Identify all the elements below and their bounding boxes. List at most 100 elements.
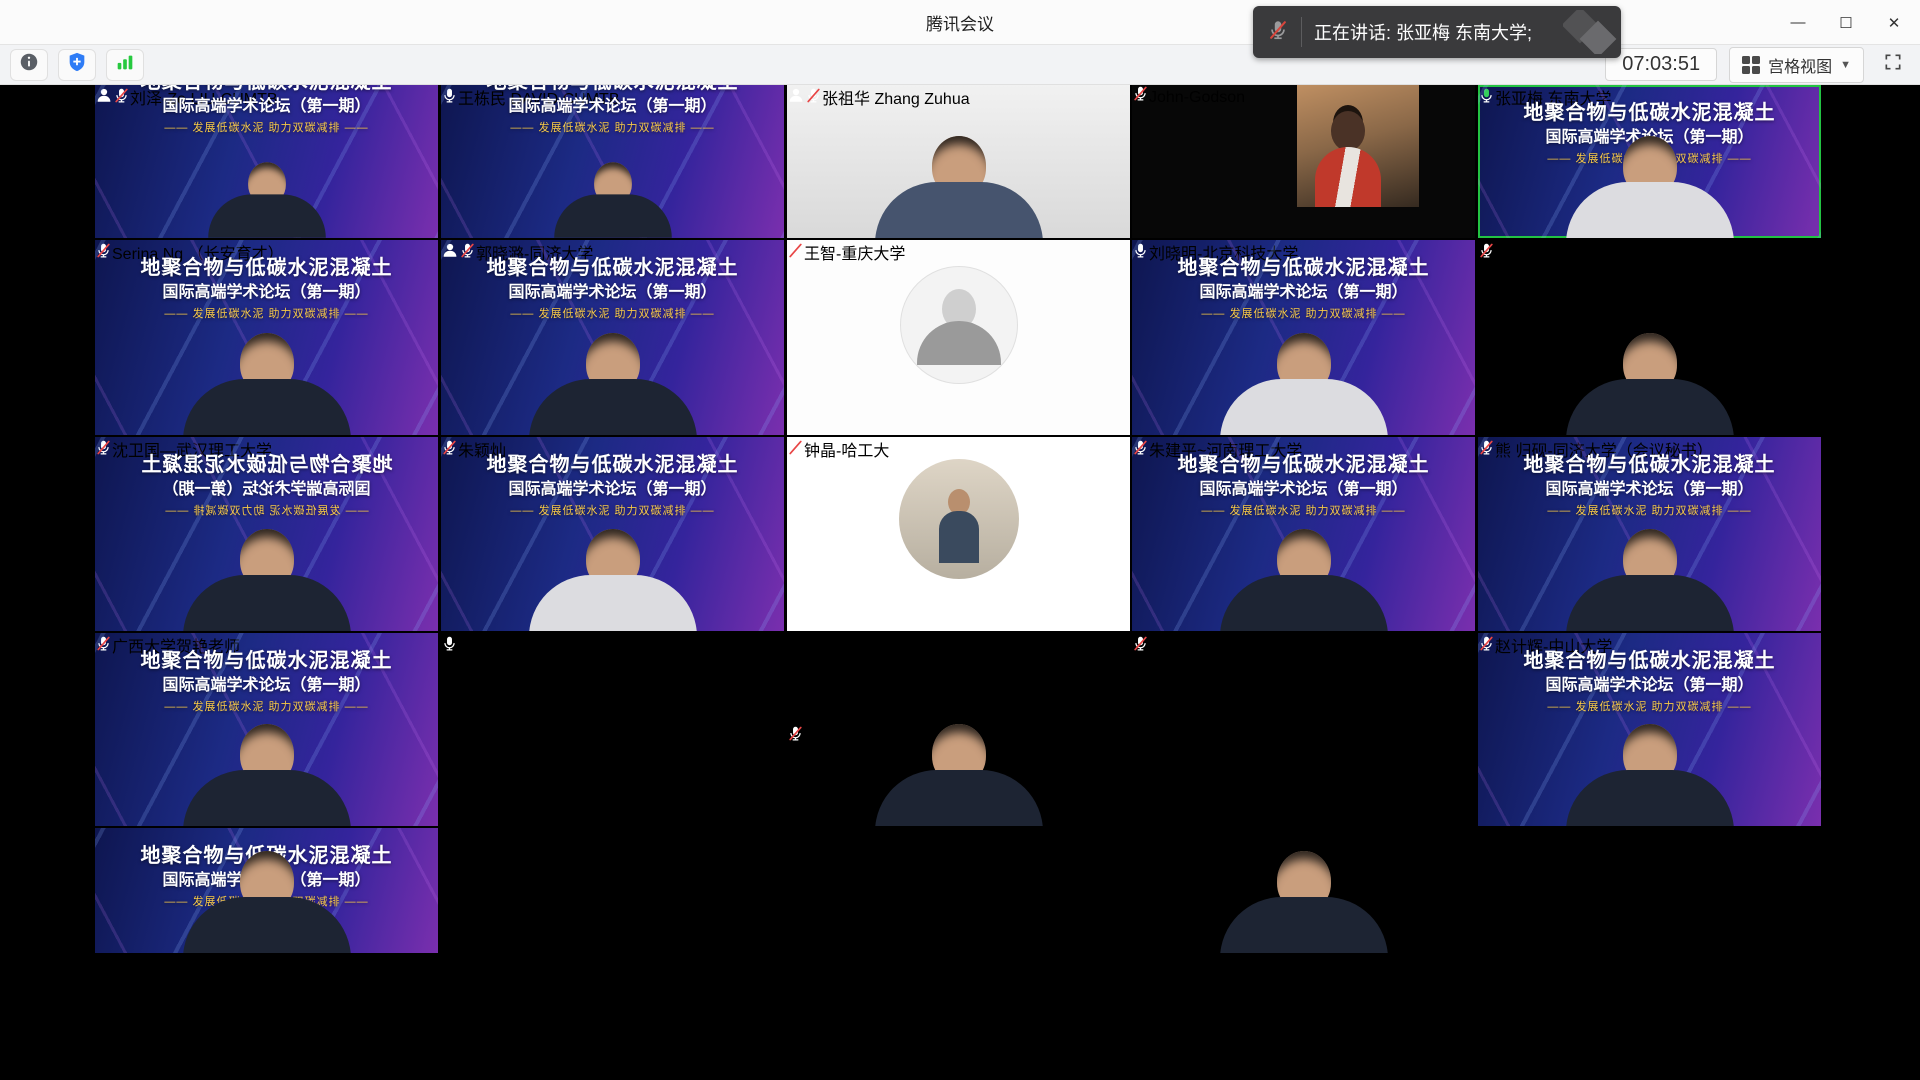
participant-tile[interactable]: 地聚合物与低碳水泥混凝土国际高端学术论坛（第一期）—— 发展低碳水泥 助力双碳减… <box>441 240 784 435</box>
mic-muted-icon <box>787 729 804 746</box>
participant-tile[interactable]: 52 <box>1478 828 1821 953</box>
org-name: 中国建筑材料联合会 <box>787 639 931 656</box>
participant-name-pill: 浙工大孔德玉 <box>1478 246 1591 263</box>
banner-line3: —— 发展低碳水泥 助力双碳减排 —— <box>1478 701 1821 715</box>
participant-name-pill: 王智-重庆大学 <box>787 246 905 263</box>
participant-label: 浙工大孔德玉 <box>1478 240 1821 264</box>
participant-tile[interactable]: 地聚合物与低碳水泥混凝土国际高端学术论坛（第一期）—— 发展低碳水泥 助力双碳减… <box>1132 437 1475 631</box>
video-grid: 地聚合物与低碳水泥混凝土国际高端学术论坛（第一期）—— 发展低碳水泥 助力双碳减… <box>0 85 1920 953</box>
person-silhouette <box>1566 724 1734 826</box>
participant-tile[interactable]: 大学 <box>787 828 1130 953</box>
participant-name-pill: 钟晶-哈工大 <box>787 443 889 460</box>
meeting-info-icons <box>10 49 144 81</box>
title-bar: 腾讯会议 — ☐ ✕ <box>0 0 1920 45</box>
tencent-meeting-window: 腾讯会议 — ☐ ✕ 0 <box>0 0 1920 1080</box>
participant-tile[interactable]: 王智-重庆大学 <box>787 240 1130 435</box>
meeting-info-bar: 07:03:51 宫格视图 ▼ <box>0 45 1920 85</box>
conference-banner: 地聚合物与低碳水泥混凝土国际高端学术论坛（第一期）—— 发展低碳水泥 助力双碳减… <box>441 453 784 519</box>
person-silhouette <box>183 724 351 826</box>
participant-tile[interactable]: 地聚合物与低碳水泥混凝土国际高端学术论坛（第一期）—— 发展低碳水泥 助力双碳减… <box>1132 240 1475 435</box>
participant-tile[interactable]: 崔源声 <box>1132 633 1475 826</box>
participant-tile[interactable]: 地聚合物与低碳水泥混凝土国际高端学术论坛（第一期）—— 发展低碳水泥 助力双碳减… <box>441 85 784 238</box>
person-silhouette <box>1220 851 1388 953</box>
participant-tile[interactable]: John-Godson <box>1132 85 1475 238</box>
participant-name-pill: 张祖华 Zhang Zuhua <box>805 91 970 108</box>
banner-line1: 地聚合物与低碳水泥混凝土 <box>1132 256 1475 281</box>
participant-tile[interactable]: 地聚合物与低碳水泥混凝土国际高端学术论坛（第一期）—— 发展低碳水泥 助力双碳减… <box>1478 437 1821 631</box>
conference-banner: 地聚合物与低碳水泥混凝土国际高端学术论坛（第一期）—— 发展低碳水泥 助力双碳减… <box>441 85 784 136</box>
signal-bars-icon <box>114 51 136 78</box>
banner-line2: 国际高端学术论坛（第一期） <box>441 97 784 117</box>
banner-line1: 地聚合物与低碳水泥混凝土 <box>1132 453 1475 478</box>
person-silhouette <box>183 529 351 631</box>
participant-label: 张祖华 Zhang Zuhua <box>787 85 1130 109</box>
participant-tile[interactable]: 钟晶-哈工大 <box>787 437 1130 631</box>
banner-line2: 国际高端学术论坛（第一期） <box>95 97 438 117</box>
fullscreen-icon <box>1883 52 1903 77</box>
participant-tile[interactable]: 地聚合物与低碳水泥混凝土国际高端学术论坛（第一期）—— 发展低碳水泥 助力双碳减… <box>95 828 438 953</box>
blurred-logo <box>1563 10 1619 54</box>
person-silhouette <box>554 162 672 238</box>
banner-line3: —— 发展低碳水泥 助力双碳减排 —— <box>441 308 784 322</box>
banner-line3: —— 发展低碳水泥 助力双碳减排 —— <box>95 308 438 322</box>
participant-tile[interactable]: 雅涵 <box>441 633 784 826</box>
fullscreen-button[interactable] <box>1876 49 1910 81</box>
participant-tile[interactable]: 浙工大孔德玉 <box>1478 240 1821 435</box>
banner-line1: 地聚合物与低碳水泥混凝土 <box>1478 101 1821 126</box>
participant-tile[interactable]: 中国建筑材料联合会China Building Materials Federa… <box>787 633 1130 826</box>
participant-tile[interactable] <box>1132 828 1475 953</box>
close-button[interactable]: ✕ <box>1874 3 1914 43</box>
org-slogan-right: 造福人类 <box>787 699 1130 723</box>
banner-line1: 地聚合物与低碳水泥混凝土 <box>95 453 438 478</box>
layout-view-button[interactable]: 宫格视图 ▼ <box>1729 47 1864 83</box>
banner-line1: 地聚合物与低碳水泥混凝土 <box>441 85 784 95</box>
participant-tile[interactable]: 地聚合物与低碳水泥混凝土国际高端学术论坛（第一期）—— 发展低碳水泥 助力双碳减… <box>95 633 438 826</box>
mic-muted-icon <box>1132 639 1149 656</box>
banner-line1: 地聚合物与低碳水泥混凝土 <box>441 453 784 478</box>
participant-tile[interactable]: 张祖华 Zhang Zuhua <box>787 85 1130 238</box>
banner-line2: 国际高端学术论坛（第一期） <box>441 283 784 303</box>
mic-muted-icon <box>787 246 804 263</box>
participant-tile[interactable]: 地聚合物与低碳水泥混凝土国际高端学术论坛（第一期）—— 发展低碳水泥 助力双碳减… <box>95 85 438 238</box>
meeting-info-button[interactable] <box>10 49 48 81</box>
maximize-button[interactable]: ☐ <box>1826 3 1866 43</box>
meeting-timer: 07:03:51 <box>1605 48 1717 81</box>
mic-muted-icon <box>1132 89 1149 106</box>
participant-tile[interactable]: 地聚合物与低碳水泥混凝土国际高端学术论坛（第一期） —— 发展低碳水泥 助力双碳减… <box>95 240 438 435</box>
participant-name: 雅涵 <box>458 639 490 656</box>
divider <box>1301 17 1302 47</box>
network-quality-button[interactable] <box>106 49 144 81</box>
conference-banner: 地聚合物与低碳水泥混凝土国际高端学术论坛（第一期）—— 发展低碳水泥 助力双碳减… <box>1132 256 1475 322</box>
participant-label: 雅涵 <box>441 633 784 657</box>
participant-tile[interactable]: 地聚合物与低碳水泥混凝土国际高端学术论坛（第一期）—— 发展低碳水泥 助力双碳减… <box>1478 85 1821 238</box>
org-subtitle: China Building Materials Federation <box>787 657 1130 675</box>
banner-line2: 国际高端学术论坛（第一期） <box>1132 480 1475 500</box>
participant-tile[interactable]: 地聚合物与低碳水泥混凝土国际高端学术论坛（第一期） —— 发展低碳水泥 助力双碳减… <box>95 437 438 631</box>
participant-tile[interactable]: 地聚合物与低碳水泥混凝土国际高端学术论坛（第一期）—— 发展低碳水泥 助力双碳减… <box>441 437 784 631</box>
speaking-notification: 正在讲话: 张亚梅 东南大学; <box>1253 6 1621 58</box>
blue-user-badge-icon <box>787 91 805 108</box>
banner-line3: —— 发展低碳水泥 助力双碳减排 —— <box>1478 505 1821 519</box>
participant-name: 张祖华 Zhang Zuhua <box>822 91 970 108</box>
mic-muted-icon <box>805 91 822 108</box>
participant-tile[interactable]: 王琴 <box>441 828 784 953</box>
banner-line2: 国际高端学术论坛（第一期） <box>1478 480 1821 500</box>
banner-line3: —— 发展低碳水泥 助力双碳减排 —— <box>441 505 784 519</box>
banner-line2: 国际高端学术论坛（第一期） <box>1478 676 1821 696</box>
org-slogan-left: 宜业尚品 <box>787 675 1130 699</box>
banner-line3: —— 发展低碳水泥 助力双碳减排 —— <box>95 505 438 519</box>
participant-tile[interactable]: 地聚合物与低碳水泥混凝土国际高端学术论坛（第一期）—— 发展低碳水泥 助力双碳减… <box>1478 633 1821 826</box>
person-silhouette <box>1220 529 1388 631</box>
speaking-label: 正在讲话: 张亚梅 东南大学; <box>1314 19 1532 45</box>
banner-line2: 国际高端学术论坛（第一期） <box>95 283 438 303</box>
minimize-button[interactable]: — <box>1778 3 1818 43</box>
banner-line1: 地聚合物与低碳水泥混凝土 <box>95 256 438 281</box>
participant-name: 钟晶-哈工大 <box>804 443 889 460</box>
profile-photo-circle <box>899 459 1019 579</box>
conference-banner: 地聚合物与低碳水泥混凝土国际高端学术论坛（第一期）—— 发展低碳水泥 助力双碳减… <box>95 85 438 136</box>
person-silhouette <box>1566 136 1734 238</box>
conference-banner: 地聚合物与低碳水泥混凝土国际高端学术论坛（第一期）—— 发展低碳水泥 助力双碳减… <box>441 256 784 322</box>
banner-line2: 国际高端学术论坛（第一期） <box>95 480 438 500</box>
meeting-security-button[interactable] <box>58 49 96 81</box>
participant-avatar: 王琴 <box>441 828 784 852</box>
